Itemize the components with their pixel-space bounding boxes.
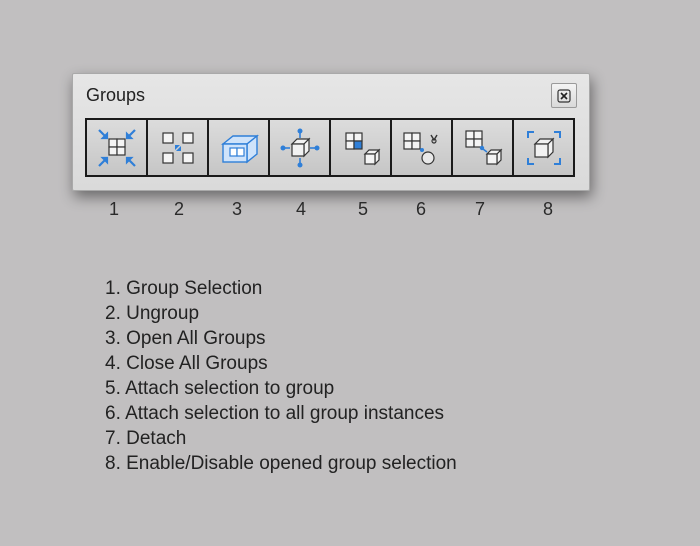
legend-item: 7. Detach (105, 428, 187, 449)
legend-item: 3. Open All Groups (105, 328, 266, 349)
attach-selection-to-group-button[interactable] (331, 120, 392, 175)
legend-item: 1. Group Selection (105, 278, 263, 299)
close-all-groups-button[interactable] (270, 120, 331, 175)
group-selection-icon (97, 128, 136, 167)
close-all-groups-icon (280, 128, 319, 167)
legend-item: 2. Ungroup (105, 303, 200, 324)
legend-item: 4. Close All Groups (105, 353, 268, 374)
close-icon (557, 88, 571, 103)
button-legend-list: 1. Group Selection 2. Ungroup 3. Open Al… (105, 276, 457, 476)
detach-button[interactable] (453, 120, 514, 175)
groups-toolbar (85, 118, 575, 177)
detach-icon (464, 129, 502, 165)
attach-selection-to-group-icon (344, 131, 380, 165)
button-number: 5 (357, 199, 368, 219)
ungroup-button[interactable] (148, 120, 209, 175)
attach-to-all-instances-button[interactable] (392, 120, 453, 175)
open-all-groups-icon (220, 134, 259, 163)
button-number-row: 1 2 3 4 5 6 7 8 (0, 199, 700, 223)
legend-item: 8. Enable/Disable opened group selection (105, 453, 457, 474)
legend-item: 6. Attach selection to all group instanc… (105, 403, 445, 424)
button-number: 3 (231, 199, 242, 219)
legend-item: 5. Attach selection to group (105, 378, 335, 399)
button-number: 7 (474, 199, 485, 219)
button-number: 2 (173, 199, 184, 219)
enable-disable-opened-group-selection-button[interactable] (514, 120, 573, 175)
button-number: 1 (108, 199, 119, 219)
ungroup-icon (161, 131, 194, 164)
group-selection-button[interactable] (87, 120, 148, 175)
close-button[interactable] (551, 83, 577, 108)
panel-title: Groups (86, 85, 146, 105)
button-number: 6 (415, 199, 426, 219)
attach-to-all-instances-icon (402, 131, 438, 165)
button-number: 8 (542, 199, 553, 219)
button-number: 4 (295, 199, 306, 219)
enable-disable-opened-group-selection-icon (526, 130, 561, 165)
groups-panel: Groups (72, 73, 590, 191)
open-all-groups-button[interactable] (209, 120, 270, 175)
